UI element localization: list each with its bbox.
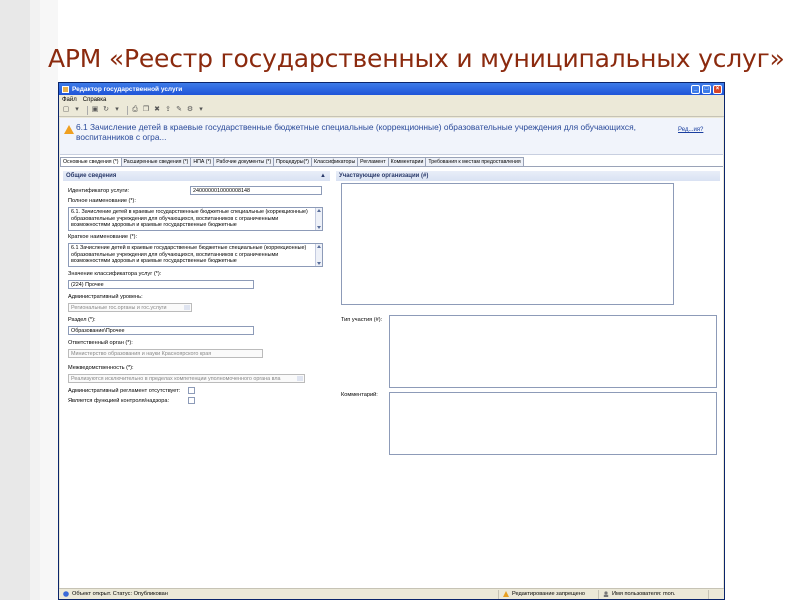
service-id-label: Идентификатор услуги: [68,188,130,194]
interagency-select: Реализуются исключительно в пределах ком… [68,374,305,383]
service-header: 6.1 Зачисление детей в краевые государст… [60,118,723,155]
scroll-up-icon[interactable] [317,245,321,248]
chevron-down-icon [184,305,190,310]
info-icon [63,591,69,597]
close-icon[interactable]: × [713,84,722,94]
service-title: 6.1 Зачисление детей в краевые государст… [76,122,636,142]
menu-bar: Файл Справка [59,95,724,104]
scrollbar[interactable] [315,244,322,266]
minimize-icon[interactable]: _ [691,84,700,94]
responsible-body-label: Ответственный орган (*): [68,340,133,346]
comment-field[interactable] [389,392,717,455]
tab-general[interactable]: Основные сведения (*) [60,157,122,166]
control-function-label: Является функцией контроля/надзора: [68,398,170,404]
classifier-label: Значение классификатора услуг (*): [68,271,162,277]
delete-icon[interactable]: ✖ [153,106,161,114]
participants-list[interactable] [341,183,674,305]
slide-decoration [0,0,30,600]
dropdown-arrow-icon[interactable]: ▾ [113,106,121,114]
scroll-up-icon[interactable] [317,209,321,212]
participants-section-header: Участвующие организации (#) [336,171,720,181]
save-icon[interactable]: ▣ [91,106,99,114]
chevron-down-icon [297,376,303,381]
menu-file[interactable]: Файл [62,97,77,103]
user-icon [603,591,609,597]
short-name-field[interactable]: 6.1 Зачисление детей в краевые государст… [68,243,323,267]
status-bar: Объект открыт. Статус: Опубликован Редак… [59,588,724,599]
short-name-label: Краткое наименование (*): [68,234,138,240]
status-object: Объект открыт. Статус: Опубликован [59,589,499,599]
status-user: Имя пользователя: mon. [599,589,709,599]
control-function-checkbox[interactable] [188,397,195,404]
window-titlebar: Редактор государственной услуги _ □ × [59,83,724,95]
maximize-icon[interactable]: □ [702,84,711,94]
warning-icon [503,591,509,597]
editor-content: 6.1 Зачисление детей в краевые государст… [60,118,723,588]
tab-comments[interactable]: Комментарии [387,157,427,166]
tab-extended[interactable]: Расширенные сведения (*) [120,157,192,166]
help-link[interactable]: Ред...ия? [678,127,703,133]
admin-level-select: Региональные гос.органы и гос.услуги [68,303,192,312]
responsible-body-field: Министерство образования и науки Красноя… [68,349,263,358]
collapse-icon[interactable]: ▲ [320,171,326,181]
participation-type-label: Тип участия (#): [341,317,383,323]
short-name-text: 6.1 Зачисление детей в краевые государст… [71,245,307,265]
new-document-icon[interactable]: ▢ [62,106,70,114]
copy-icon[interactable]: ❐ [142,106,150,114]
dropdown-arrow-icon[interactable]: ▾ [73,106,81,114]
admin-level-value: Региональные гос.органы и гос.услуги [71,305,167,311]
edit-icon[interactable]: ✎ [175,106,183,114]
no-regulation-label: Административный регламент отсутствует: [68,388,181,394]
scroll-down-icon[interactable] [317,262,321,265]
refresh-icon[interactable]: ↻ [102,106,110,114]
section-field[interactable]: Образование\Прочее [68,326,254,335]
app-icon [62,85,69,93]
service-id-field[interactable]: 2400000010000008148 [190,186,322,195]
window-title: Редактор государственной услуги [72,85,183,93]
presentation-slide: АРМ «Реестр государственных и муниципаль… [0,0,800,600]
menu-help[interactable]: Справка [83,97,107,103]
print-icon[interactable]: ⎙ [131,106,139,114]
tab-bar: Основные сведения (*) Расширенные сведен… [60,157,524,166]
editor-window: Редактор государственной услуги _ □ × Фа… [58,82,725,600]
slide-decoration [30,0,40,600]
classifier-field[interactable]: (224) Прочее [68,280,254,289]
section-label: Раздел (*): [68,317,96,323]
export-icon[interactable]: ⇪ [164,106,172,114]
full-name-text: 6.1. Зачисление детей в краевые государс… [71,209,308,229]
full-name-field[interactable]: 6.1. Зачисление детей в краевые государс… [68,207,323,231]
tab-place-requirements[interactable]: Требования к местам предоставления [425,157,524,166]
toolbar: ▢ ▾ ▣ ↻ ▾ ⎙ ❐ ✖ ⇪ ✎ ⚙ ▾ [59,104,724,117]
interagency-label: Межведомственность (*): [68,365,134,371]
general-tab-panel: Общие сведения ▲ Идентификатор услуги: 2… [60,166,723,588]
full-name-label: Полное наименование (*): [68,198,136,204]
participation-type-field[interactable] [389,315,717,388]
slide-decoration [40,0,58,600]
dropdown-arrow-icon[interactable]: ▾ [197,106,205,114]
scrollbar[interactable] [315,208,322,230]
general-section-header: Общие сведения ▲ [63,171,330,181]
tab-procedures[interactable]: Процедуры(*) [273,157,313,166]
no-regulation-checkbox[interactable] [188,387,195,394]
slide-title: АРМ «Реестр государственных и муниципаль… [48,44,785,73]
status-editing: Редактирование запрещено [499,589,599,599]
admin-level-label: Административный уровень: [68,294,143,300]
tab-regulation[interactable]: Регламент [357,157,389,166]
warning-icon [64,125,74,134]
tab-classifiers[interactable]: Классификаторы [311,157,359,166]
interagency-value: Реализуются исключительно в пределах ком… [71,376,281,382]
tab-working-docs[interactable]: Рабочие документы (*) [213,157,275,166]
tab-npa[interactable]: НПА (*) [190,157,215,166]
comment-label: Комментарий: [341,392,378,398]
scroll-down-icon[interactable] [317,226,321,229]
settings-icon[interactable]: ⚙ [186,106,194,114]
